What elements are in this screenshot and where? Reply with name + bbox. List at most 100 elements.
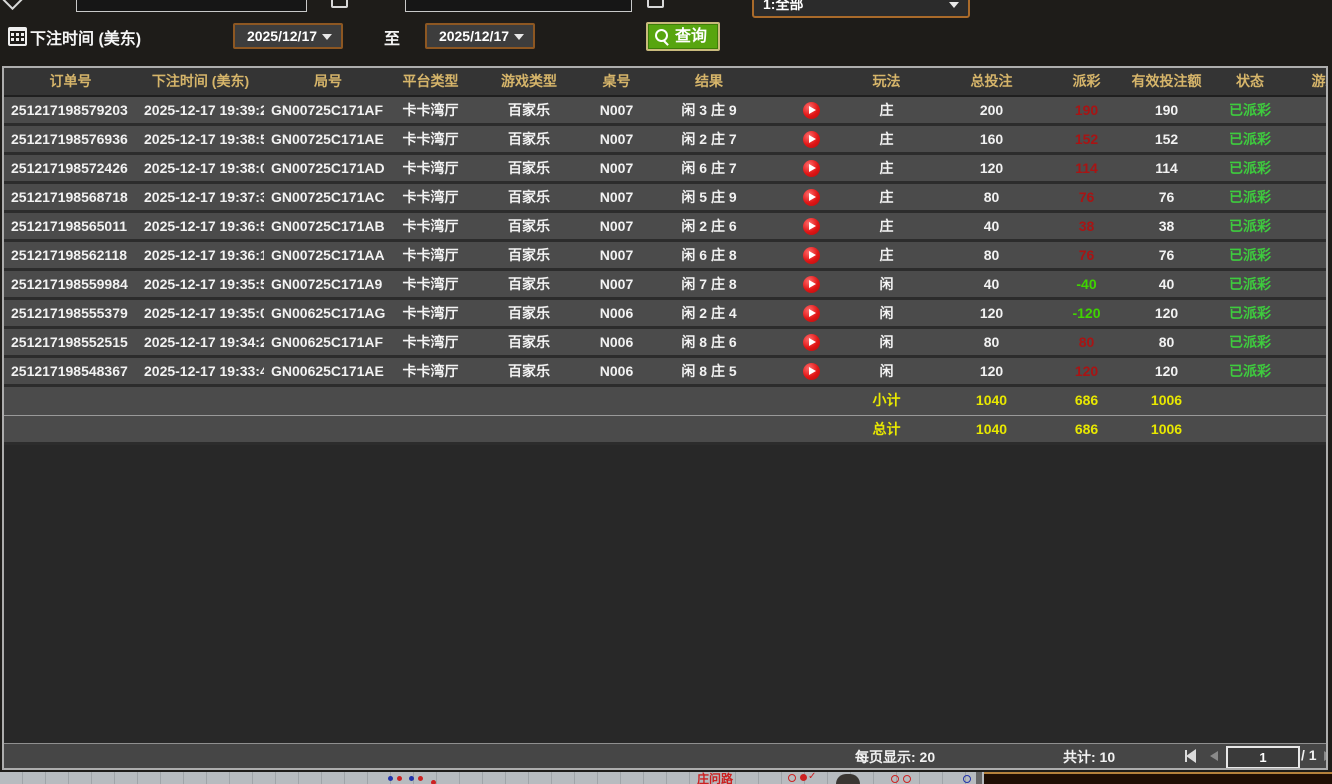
cell-payout: 114 bbox=[1059, 155, 1114, 181]
search-icon bbox=[655, 29, 668, 42]
cell-play: 庄 bbox=[849, 242, 924, 268]
table-row[interactable]: 2512171985621182025-12-17 19:36:17GN0072… bbox=[4, 242, 1326, 271]
cell-payout: 76 bbox=[1059, 184, 1114, 210]
cell-bet-time: 2025-12-17 19:33:43 bbox=[137, 358, 264, 384]
cell-extra: - bbox=[1281, 126, 1328, 152]
table-row[interactable]: 2512171985483672025-12-17 19:33:43GN0062… bbox=[4, 358, 1326, 387]
replay-icon[interactable] bbox=[803, 247, 820, 264]
cell-replay bbox=[774, 271, 849, 297]
replay-icon[interactable] bbox=[803, 305, 820, 322]
cell-result: 闲 8 庄 6 bbox=[644, 329, 774, 355]
cell-game-type: 百家乐 bbox=[469, 184, 589, 210]
date-to-select[interactable]: 2025/12/17 bbox=[425, 23, 535, 49]
cell-table-no: N007 bbox=[589, 271, 644, 297]
cell-table-no: N006 bbox=[589, 329, 644, 355]
chevron-down-icon bbox=[514, 34, 524, 40]
cell-game-type: 百家乐 bbox=[469, 242, 589, 268]
roadmap-mark bbox=[388, 776, 393, 781]
replay-icon[interactable] bbox=[803, 334, 820, 351]
cell-round-no: GN00625C171AG bbox=[264, 300, 392, 326]
replay-icon[interactable] bbox=[803, 363, 820, 380]
cell-table-no: N007 bbox=[589, 126, 644, 152]
filter-input-2[interactable] bbox=[405, 0, 632, 12]
cell-result: 闲 8 庄 5 bbox=[644, 358, 774, 384]
cell-round-no: GN00725C171AB bbox=[264, 213, 392, 239]
replay-icon[interactable] bbox=[803, 189, 820, 206]
cell-valid-bet: 80 bbox=[1114, 329, 1219, 355]
cell-total-bet: 80 bbox=[924, 242, 1059, 268]
prev-page-icon[interactable] bbox=[1210, 751, 1218, 761]
col-order-no: 订单号 bbox=[4, 68, 137, 95]
cell-round-no: GN00725C171AE bbox=[264, 126, 392, 152]
table-row[interactable]: 2512171985599842025-12-17 19:35:53GN0072… bbox=[4, 271, 1326, 300]
grand-total-label: 总计 bbox=[849, 416, 924, 442]
cell-platform: 卡卡湾厅 bbox=[392, 126, 469, 152]
check-icon: ✓ bbox=[808, 772, 816, 782]
cell-valid-bet: 152 bbox=[1114, 126, 1219, 152]
total-count-label: 共计: 10 bbox=[1063, 747, 1115, 767]
replay-icon[interactable] bbox=[803, 131, 820, 148]
roadmap-mark bbox=[431, 780, 436, 784]
replay-icon[interactable] bbox=[803, 276, 820, 293]
cell-order-no: 251217198576936 bbox=[4, 126, 137, 152]
cell-valid-bet: 190 bbox=[1114, 97, 1219, 123]
status-badge: 已派彩 bbox=[1219, 97, 1281, 123]
cell-extra: - bbox=[1281, 358, 1328, 384]
table-row[interactable]: 2512171985792032025-12-17 19:39:26GN0072… bbox=[4, 97, 1326, 126]
cell-valid-bet: 120 bbox=[1114, 300, 1219, 326]
replay-icon[interactable] bbox=[803, 160, 820, 177]
table-row[interactable]: 2512171985687182025-12-17 19:37:32GN0072… bbox=[4, 184, 1326, 213]
background-button-top bbox=[836, 774, 860, 784]
table-row[interactable]: 2512171985650112025-12-17 19:36:50GN0072… bbox=[4, 213, 1326, 242]
cell-game-type: 百家乐 bbox=[469, 300, 589, 326]
table-row[interactable]: 2512171985525152025-12-17 19:34:29GN0062… bbox=[4, 329, 1326, 358]
diamond-icon bbox=[2, 0, 23, 10]
cell-platform: 卡卡湾厅 bbox=[392, 300, 469, 326]
cell-bet-time: 2025-12-17 19:36:17 bbox=[137, 242, 264, 268]
cell-result: 闲 7 庄 8 bbox=[644, 271, 774, 297]
status-badge: 已派彩 bbox=[1219, 358, 1281, 384]
col-replay bbox=[774, 68, 849, 95]
cell-table-no: N007 bbox=[589, 97, 644, 123]
cell-payout: 76 bbox=[1059, 242, 1114, 268]
to-label: 至 bbox=[384, 25, 400, 49]
cell-play: 庄 bbox=[849, 213, 924, 239]
col-extra: 游戏核 bbox=[1281, 68, 1328, 95]
subtotal-total-bet: 1040 bbox=[924, 387, 1059, 415]
cell-extra: - bbox=[1281, 97, 1328, 123]
chevron-down-icon bbox=[949, 2, 959, 8]
cell-order-no: 251217198548367 bbox=[4, 358, 137, 384]
replay-icon[interactable] bbox=[803, 102, 820, 119]
cell-game-type: 百家乐 bbox=[469, 155, 589, 181]
filter-input-1[interactable] bbox=[76, 0, 307, 12]
grand-total-total-bet: 1040 bbox=[924, 416, 1059, 442]
cell-bet-time: 2025-12-17 19:39:26 bbox=[137, 97, 264, 123]
date-from-select[interactable]: 2025/12/17 bbox=[233, 23, 343, 49]
query-button[interactable]: 查询 bbox=[646, 22, 720, 51]
table-row[interactable]: 2512171985553792025-12-17 19:35:03GN0062… bbox=[4, 300, 1326, 329]
cell-payout: 120 bbox=[1059, 358, 1114, 384]
page-number-input[interactable] bbox=[1226, 746, 1300, 769]
cell-play: 闲 bbox=[849, 271, 924, 297]
platform-type-select[interactable]: 1:全部 bbox=[752, 0, 970, 18]
cell-payout: 190 bbox=[1059, 97, 1114, 123]
cell-table-no: N006 bbox=[589, 300, 644, 326]
replay-icon[interactable] bbox=[803, 218, 820, 235]
cell-replay bbox=[774, 358, 849, 384]
list-icon bbox=[647, 0, 664, 8]
table-row[interactable]: 2512171985724262025-12-17 19:38:09GN0072… bbox=[4, 155, 1326, 184]
status-badge: 已派彩 bbox=[1219, 329, 1281, 355]
divider bbox=[976, 772, 982, 784]
status-badge: 已派彩 bbox=[1219, 155, 1281, 181]
status-badge: 已派彩 bbox=[1219, 213, 1281, 239]
roadmap-mark bbox=[409, 776, 414, 781]
first-page-icon[interactable] bbox=[1186, 749, 1196, 763]
cell-extra: - bbox=[1281, 242, 1328, 268]
cell-payout: 80 bbox=[1059, 329, 1114, 355]
cell-valid-bet: 40 bbox=[1114, 271, 1219, 297]
cell-bet-time: 2025-12-17 19:35:53 bbox=[137, 271, 264, 297]
next-page-icon[interactable] bbox=[1324, 751, 1328, 761]
cell-result: 闲 6 庄 7 bbox=[644, 155, 774, 181]
roadmap-mark bbox=[963, 775, 971, 783]
table-row[interactable]: 2512171985769362025-12-17 19:38:57GN0072… bbox=[4, 126, 1326, 155]
